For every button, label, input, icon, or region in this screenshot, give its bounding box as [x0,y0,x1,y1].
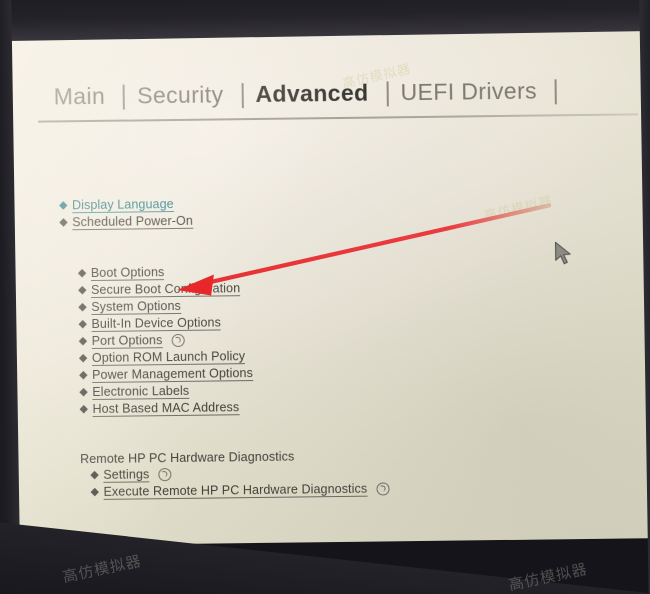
mouse-cursor-icon [554,241,571,265]
help-icon[interactable] [171,333,185,348]
diamond-bullet-icon: ◆ [90,485,100,499]
menu-item-label: Power Management Options [92,365,254,383]
menu-item-label: Option ROM Launch Policy [91,348,246,366]
menu-item-label: Host Based MAC Address [92,399,240,417]
tab-bar-underline [38,113,638,123]
help-icon[interactable] [158,468,172,482]
tab-bar: Main Security Advanced UEFI Drivers [38,76,638,112]
tab-advanced[interactable]: Advanced [239,79,384,110]
bios-screen-content: 高仿模拟器 高仿模拟器 Main Security Advanced UEFI … [11,18,650,546]
monitor-photo: 高仿模拟器 高仿模拟器 Main Security Advanced UEFI … [0,0,650,594]
diamond-bullet-icon: ◆ [79,403,89,416]
diamond-bullet-icon: ◆ [78,301,87,314]
menu-item-label: Execute Remote HP PC Hardware Diagnostic… [103,481,368,500]
menu-item-label: Built-In Device Options [91,314,222,332]
tab-uefi-drivers[interactable]: UEFI Drivers [384,77,553,108]
menu-item-label: Electronic Labels [92,383,190,400]
tab-main[interactable]: Main [38,83,122,113]
diamond-bullet-icon: ◆ [79,386,88,399]
help-icon[interactable] [376,482,390,496]
menu-item-label: Secure Boot Configuration [90,280,241,298]
menu-item-execute-remote-diagnostics[interactable]: ◆ Execute Remote HP PC Hardware Diagnost… [90,479,492,501]
bios-screen: 高仿模拟器 高仿模拟器 Main Security Advanced UEFI … [10,18,650,546]
menu-item-label: Display Language [71,196,174,213]
menu-item-label: Settings [103,466,150,483]
tab-main-label: Main [53,82,106,110]
menu-item-label: Port Options [91,332,163,349]
tab-overflow-label [569,77,576,103]
diamond-bullet-icon: ◆ [77,267,87,280]
diamond-bullet-icon: ◆ [90,468,99,482]
diamond-bullet-icon: ◆ [78,318,88,331]
diamond-bullet-icon: ◆ [78,335,88,348]
tab-overflow-divider [553,77,592,106]
menu-item-label: System Options [91,298,182,315]
tab-security-label: Security [137,81,224,109]
diamond-bullet-icon: ◆ [78,284,87,297]
tab-uefi-drivers-label: UEFI Drivers [400,77,538,106]
tab-advanced-label: Advanced [255,79,369,107]
advanced-menu: ◆ Display Language ◆ Scheduled Power-On … [59,192,493,501]
tab-security[interactable]: Security [121,81,240,111]
diamond-bullet-icon: ◆ [58,199,68,212]
diamond-bullet-icon: ◆ [59,216,68,229]
watermark-screen-right: 高仿模拟器 [482,194,555,225]
diamond-bullet-icon: ◆ [78,352,88,365]
diamond-bullet-icon: ◆ [79,369,88,382]
menu-item-label: Boot Options [90,264,165,281]
menu-item-label: Scheduled Power-On [72,213,193,230]
